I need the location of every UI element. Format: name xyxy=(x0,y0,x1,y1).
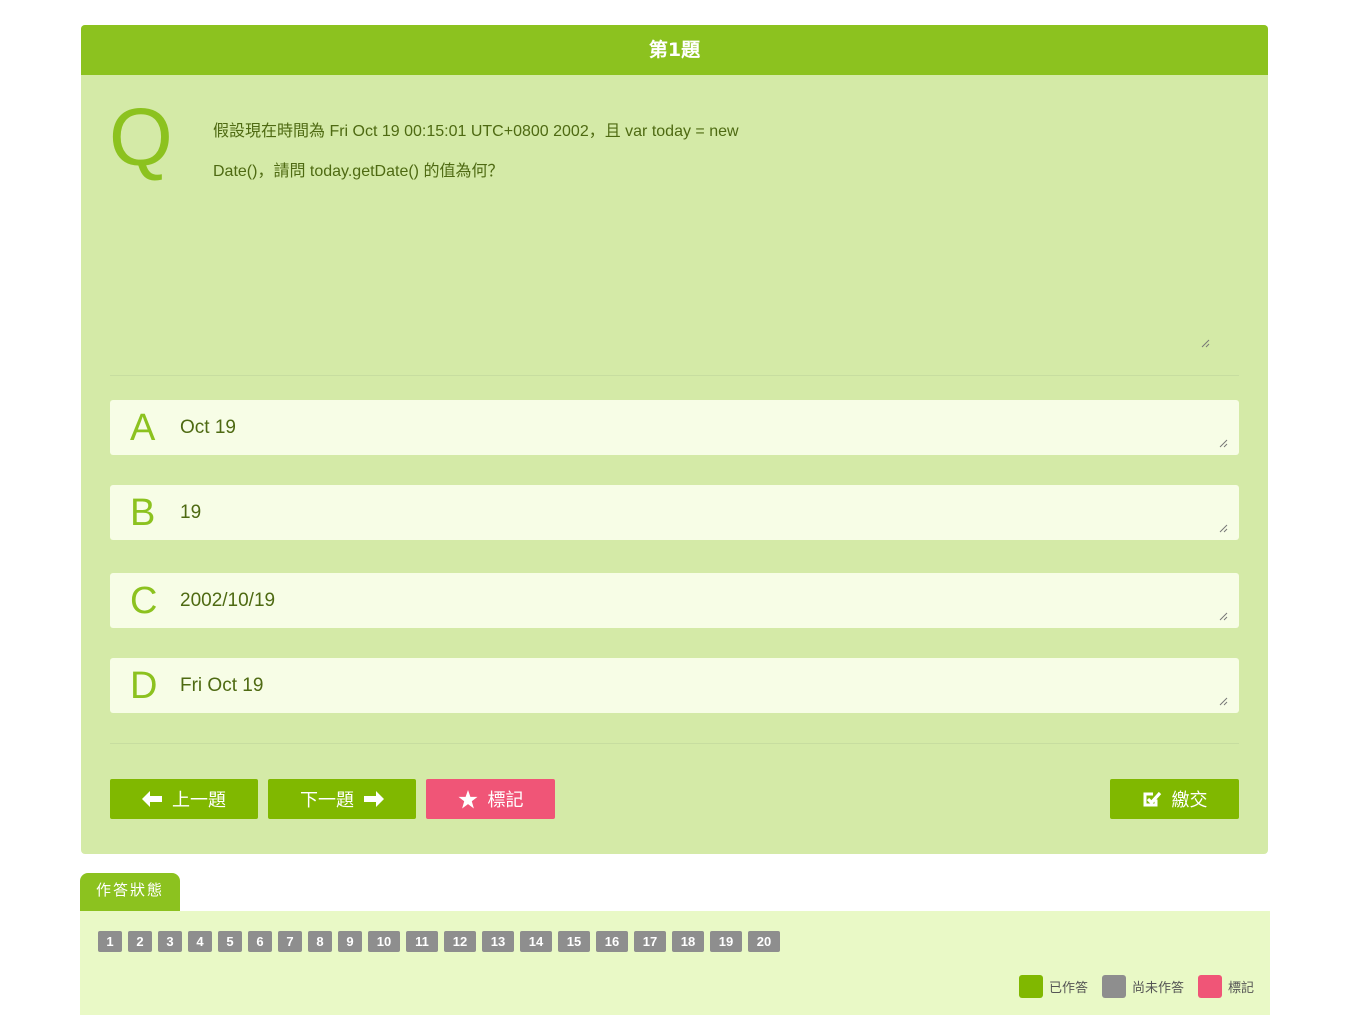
question-number-16[interactable]: 16 xyxy=(596,931,628,952)
question-number-15[interactable]: 15 xyxy=(558,931,590,952)
question-number-8[interactable]: 8 xyxy=(308,931,332,952)
resize-handle-icon[interactable] xyxy=(1219,612,1228,621)
answer-status-panel: 1 2 3 4 5 6 7 8 9 10 11 12 13 14 15 16 1… xyxy=(80,911,1270,1015)
question-number-10[interactable]: 10 xyxy=(368,931,400,952)
legend-answered-label: 已作答 xyxy=(1048,981,1088,996)
status-legend: 已作答 尚未作答 標記 xyxy=(1005,975,1254,998)
question-number-5[interactable]: 5 xyxy=(218,931,242,952)
arrow-left-icon xyxy=(142,791,162,807)
prev-question-button[interactable]: 上一題 xyxy=(110,779,258,819)
question-number-list: 1 2 3 4 5 6 7 8 9 10 11 12 13 14 15 16 1… xyxy=(98,931,780,952)
divider xyxy=(110,375,1239,376)
resize-handle-icon[interactable] xyxy=(1219,524,1228,533)
question-number-12[interactable]: 12 xyxy=(444,931,476,952)
option-c[interactable]: C 2002/10/19 xyxy=(110,573,1239,628)
option-letter: A xyxy=(130,407,156,449)
mark-button[interactable]: 標記 xyxy=(426,779,555,819)
question-card: 第1題 Q 假設現在時間為 Fri Oct 19 00:15:01 UTC+08… xyxy=(81,25,1268,854)
question-number-2[interactable]: 2 xyxy=(128,931,152,952)
legend-answered: 已作答 xyxy=(1018,975,1088,998)
mark-label: 標記 xyxy=(487,790,524,811)
answer-status-tab: 作答狀態 xyxy=(80,873,180,911)
resize-handle-icon[interactable] xyxy=(1219,697,1228,706)
question-number-18[interactable]: 18 xyxy=(672,931,704,952)
next-question-label: 下一題 xyxy=(300,790,354,811)
answered-swatch xyxy=(1018,975,1043,998)
question-q-icon: Q xyxy=(109,92,173,183)
legend-marked: 標記 xyxy=(1197,975,1254,998)
prev-question-label: 上一題 xyxy=(172,790,226,811)
option-a[interactable]: A Oct 19 xyxy=(110,400,1239,455)
unanswered-swatch xyxy=(1101,975,1126,998)
legend-unanswered: 尚未作答 xyxy=(1101,975,1184,998)
question-text: 假設現在時間為 Fri Oct 19 00:15:01 UTC+0800 200… xyxy=(213,123,739,180)
question-number-11[interactable]: 11 xyxy=(406,931,438,952)
question-number-3[interactable]: 3 xyxy=(158,931,182,952)
option-text: 2002/10/19 xyxy=(180,590,276,611)
option-letter: B xyxy=(130,492,156,534)
question-number-9[interactable]: 9 xyxy=(338,931,362,952)
next-question-button[interactable]: 下一題 xyxy=(268,779,416,819)
option-text: Fri Oct 19 xyxy=(180,675,264,696)
check-square-icon xyxy=(1143,791,1161,806)
option-d[interactable]: D Fri Oct 19 xyxy=(110,658,1239,713)
option-letter: C xyxy=(130,580,158,622)
question-number-6[interactable]: 6 xyxy=(248,931,272,952)
legend-unanswered-label: 尚未作答 xyxy=(1131,981,1184,996)
question-number-19[interactable]: 19 xyxy=(710,931,742,952)
question-number-4[interactable]: 4 xyxy=(188,931,212,952)
option-text: 19 xyxy=(180,502,202,523)
question-header: 第1題 xyxy=(81,25,1268,75)
legend-marked-label: 標記 xyxy=(1227,981,1254,996)
marked-swatch xyxy=(1197,975,1222,998)
question-number-13[interactable]: 13 xyxy=(482,931,514,952)
resize-handle-icon[interactable] xyxy=(1219,439,1228,448)
question-number-1[interactable]: 1 xyxy=(98,931,122,952)
question-number-14[interactable]: 14 xyxy=(520,931,552,952)
resize-handle-icon[interactable] xyxy=(1200,338,1210,348)
question-number-7[interactable]: 7 xyxy=(278,931,302,952)
option-b[interactable]: B 19 xyxy=(110,485,1239,540)
arrow-right-icon xyxy=(364,791,384,807)
question-number-17[interactable]: 17 xyxy=(634,931,666,952)
submit-label: 繳交 xyxy=(1171,790,1208,811)
option-text: Oct 19 xyxy=(180,417,236,438)
option-letter: D xyxy=(130,665,158,707)
submit-button[interactable]: 繳交 xyxy=(1110,779,1239,819)
divider xyxy=(110,743,1239,744)
star-icon xyxy=(458,789,477,808)
question-number-20[interactable]: 20 xyxy=(748,931,780,952)
